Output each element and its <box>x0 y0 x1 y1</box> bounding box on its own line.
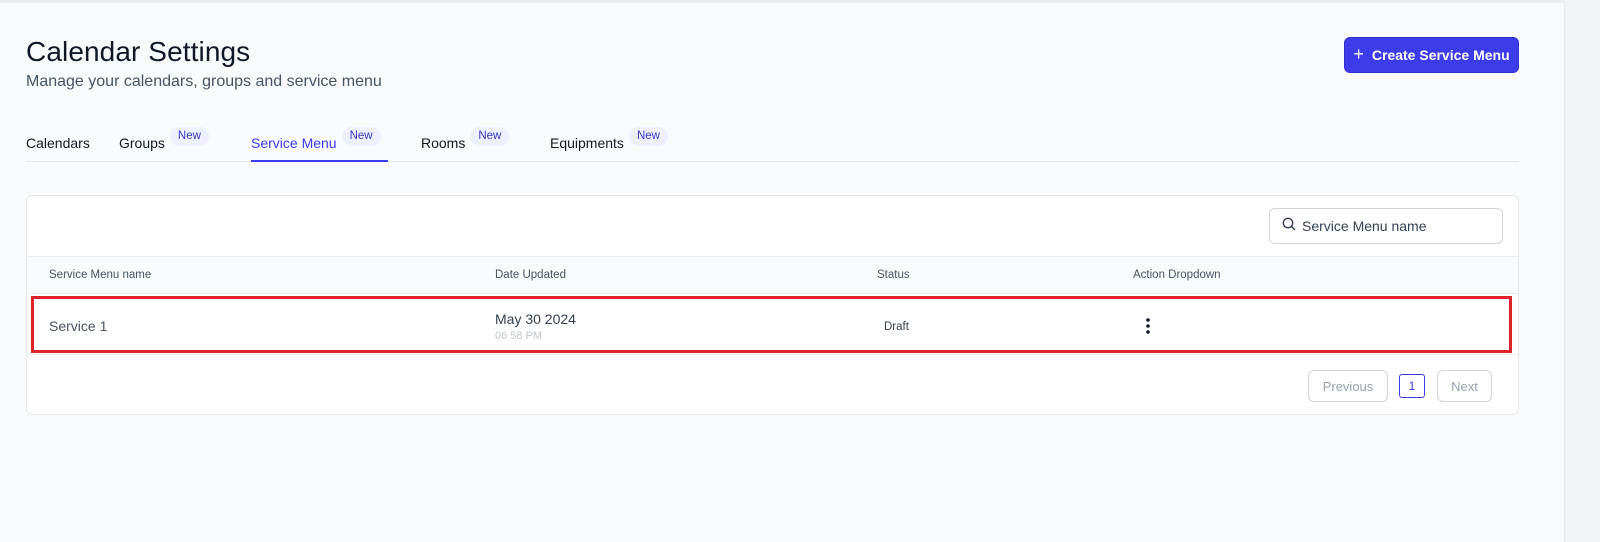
plus-icon: + <box>1353 44 1364 64</box>
new-badge: New <box>470 127 510 146</box>
create-service-menu-button[interactable]: + Create Service Menu <box>1344 37 1519 73</box>
column-header-action: Action Dropdown <box>1133 269 1221 281</box>
kebab-menu-icon[interactable] <box>1143 317 1153 338</box>
new-badge: New <box>341 127 381 146</box>
table-row[interactable]: Service 1 May 30 2024 06 58 PM Draft <box>27 295 1518 355</box>
column-header-date: Date Updated <box>495 269 566 281</box>
settings-tabs: Calendars Groups New Service Menu New Ro… <box>26 126 1519 162</box>
tab-label: Calendars <box>26 135 90 151</box>
date-updated: May 30 2024 <box>495 311 576 327</box>
tab-label: Groups <box>119 135 165 151</box>
new-badge: New <box>628 127 668 146</box>
table-header: Service Menu name Date Updated Status Ac… <box>27 256 1518 294</box>
page-subtitle: Manage your calendars, groups and servic… <box>26 73 382 90</box>
search-input[interactable] <box>1302 218 1492 234</box>
scrollbar-track[interactable] <box>1564 0 1600 542</box>
tab-rooms[interactable]: Rooms New <box>421 126 510 162</box>
tab-equipments[interactable]: Equipments New <box>550 126 668 162</box>
service-menu-card: Service Menu name Date Updated Status Ac… <box>26 195 1519 415</box>
create-service-menu-label: Create Service Menu <box>1371 47 1510 63</box>
new-badge: New <box>169 127 209 146</box>
tab-label: Rooms <box>421 135 466 151</box>
top-divider <box>0 0 1600 3</box>
column-header-name: Service Menu name <box>49 269 152 281</box>
page-title: Calendar Settings <box>26 36 251 67</box>
service-name: Service 1 <box>49 318 108 334</box>
tab-label: Equipments <box>550 135 624 151</box>
column-header-status: Status <box>877 269 910 281</box>
previous-page-button[interactable]: Previous <box>1308 370 1388 402</box>
tab-calendars[interactable]: Calendars <box>26 126 90 162</box>
tab-groups[interactable]: Groups New <box>119 126 209 162</box>
status-badge: Draft <box>884 321 909 333</box>
page-1-button[interactable]: 1 <box>1399 374 1425 398</box>
time-updated: 06 58 PM <box>495 330 543 342</box>
tab-label: Service Menu <box>251 135 337 151</box>
search-box[interactable] <box>1269 208 1503 244</box>
next-page-button[interactable]: Next <box>1437 370 1492 402</box>
tab-service-menu[interactable]: Service Menu New <box>251 126 388 162</box>
search-icon <box>1282 217 1296 236</box>
